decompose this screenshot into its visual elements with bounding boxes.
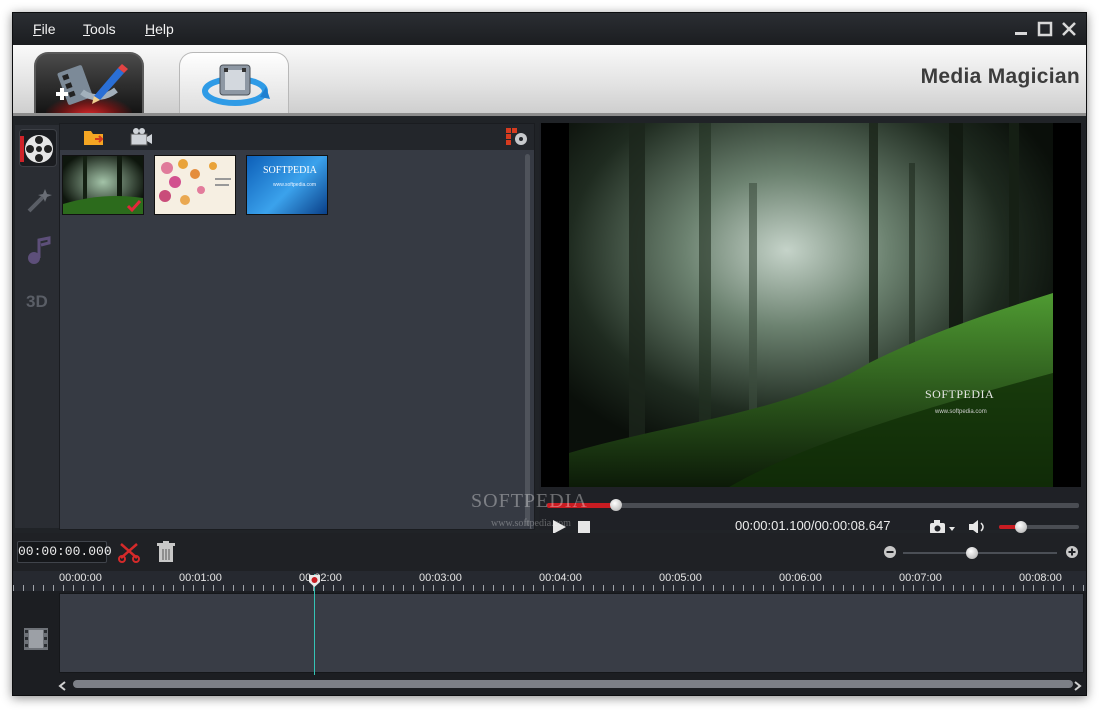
menu-tools-label: ools — [90, 21, 116, 37]
menu-bar: File Tools Help — [13, 13, 1086, 45]
video-preview: SOFTPEDIA www.softpedia.com — [541, 123, 1081, 487]
music-note-icon — [28, 236, 51, 264]
menu-file-label: ile — [41, 21, 56, 37]
thumbnail-softpedia-url: www.softpedia.com — [273, 182, 317, 188]
zoom-handle[interactable] — [966, 547, 979, 559]
film-reel-icon — [20, 135, 53, 163]
video-overlay-url: www.softpedia.com — [935, 409, 987, 415]
timeline-scroll-thumb[interactable] — [73, 680, 1073, 688]
scroll-left-icon[interactable] — [57, 679, 69, 691]
watermark-url: www.softpedia.com — [491, 518, 571, 529]
check-icon — [126, 200, 142, 213]
tab-edit[interactable] — [34, 52, 144, 116]
seek-bar[interactable] — [547, 499, 1079, 511]
thumbnail-softpedia[interactable]: SOFTPEDIA www.softpedia.com — [246, 155, 328, 215]
playhead-marker[interactable] — [309, 574, 320, 587]
sidebar-item-media[interactable] — [19, 129, 57, 167]
close-icon[interactable] — [1060, 20, 1078, 38]
app-window: File Tools Help Media Magician 3D SOFTPE… — [12, 12, 1087, 696]
timeline-scrollbar[interactable] — [13, 675, 1086, 695]
playhead-line — [314, 574, 315, 676]
header-divider — [13, 113, 1086, 116]
preview-panel: SOFTPEDIA www.softpedia.com 00:00:01.100… — [539, 123, 1085, 534]
seek-handle[interactable] — [610, 499, 623, 511]
library-scrollbar[interactable] — [525, 154, 530, 526]
menu-help-label: elp — [155, 21, 174, 37]
menu-help-mnemonic: H — [145, 21, 156, 37]
sidebar-item-3d[interactable]: 3D — [19, 281, 57, 319]
magic-wand-icon — [27, 189, 52, 213]
sidebar-item-effects[interactable] — [19, 181, 57, 219]
stop-icon[interactable] — [577, 520, 591, 534]
ruler-label: 00:08:00 — [1019, 572, 1062, 584]
thumbnail-flowers[interactable] — [154, 155, 236, 215]
timeline-tracks — [13, 591, 1086, 675]
film-convert-icon — [202, 64, 270, 106]
trash-icon[interactable] — [155, 540, 177, 564]
video-track-lane[interactable] — [59, 593, 1084, 673]
maximize-icon[interactable] — [1036, 20, 1054, 38]
settings-icon[interactable] — [505, 126, 531, 148]
thumbnail-forest[interactable] — [62, 155, 144, 215]
zoom-slider[interactable] — [903, 547, 1057, 559]
minimize-icon[interactable] — [1012, 20, 1030, 38]
timecode-field[interactable]: 00:00:00.000 — [17, 541, 112, 563]
3d-icon: 3D — [26, 292, 48, 311]
film-edit-icon — [56, 64, 128, 105]
ruler-label: 00:01:00 — [179, 572, 222, 584]
ruler-label: 00:03:00 — [419, 572, 462, 584]
ruler-label: 00:07:00 — [899, 572, 942, 584]
time-display: 00:00:01.100/00:00:08.647 — [735, 518, 891, 533]
zoom-in-icon[interactable] — [1065, 545, 1079, 559]
capture-video-icon[interactable] — [128, 126, 154, 148]
scissors-icon[interactable] — [117, 540, 141, 564]
watermark-text: SOFTPEDIA — [471, 490, 588, 512]
menu-file-mnemonic: F — [33, 21, 42, 37]
ruler-label: 00:05:00 — [659, 572, 702, 584]
sidebar: 3D — [15, 125, 59, 528]
open-folder-icon[interactable] — [82, 126, 106, 148]
svg-text:3D: 3D — [26, 292, 48, 311]
library-toolbar — [60, 124, 534, 150]
timeline-ruler: 00:00:00 00:01:00 00:02:00 00:03:00 00:0… — [13, 571, 1086, 591]
ruler-label: 00:00:00 — [59, 572, 102, 584]
video-overlay-title: SOFTPEDIA — [925, 387, 995, 401]
volume-handle[interactable] — [1015, 521, 1028, 533]
scroll-right-icon[interactable] — [1071, 679, 1083, 691]
zoom-out-icon[interactable] — [883, 545, 897, 559]
menu-tools-mnemonic: T — [83, 21, 90, 37]
header-bar: Media Magician — [13, 45, 1086, 116]
media-library: SOFTPEDIA www.softpedia.com — [59, 123, 535, 530]
forest-video-frame — [569, 123, 1053, 487]
thumbnail-softpedia-title: SOFTPEDIA — [263, 165, 317, 176]
tab-convert[interactable] — [179, 52, 289, 116]
volume-slider[interactable] — [999, 521, 1079, 533]
timeline-toolbar: 00:00:00.000 — [13, 533, 1086, 571]
sidebar-item-music[interactable] — [19, 231, 57, 269]
ruler-label: 00:04:00 — [539, 572, 582, 584]
ruler-label: 00:06:00 — [779, 572, 822, 584]
menu-tools[interactable]: Tools — [83, 21, 116, 37]
menu-help[interactable]: Help — [145, 21, 174, 37]
menu-file[interactable]: File — [33, 21, 56, 37]
video-track-icon — [23, 627, 49, 651]
app-title: Media Magician — [920, 65, 1080, 88]
ruler-label: 00:02:00 — [299, 572, 342, 584]
flowers-thumbnail-image — [155, 156, 235, 214]
